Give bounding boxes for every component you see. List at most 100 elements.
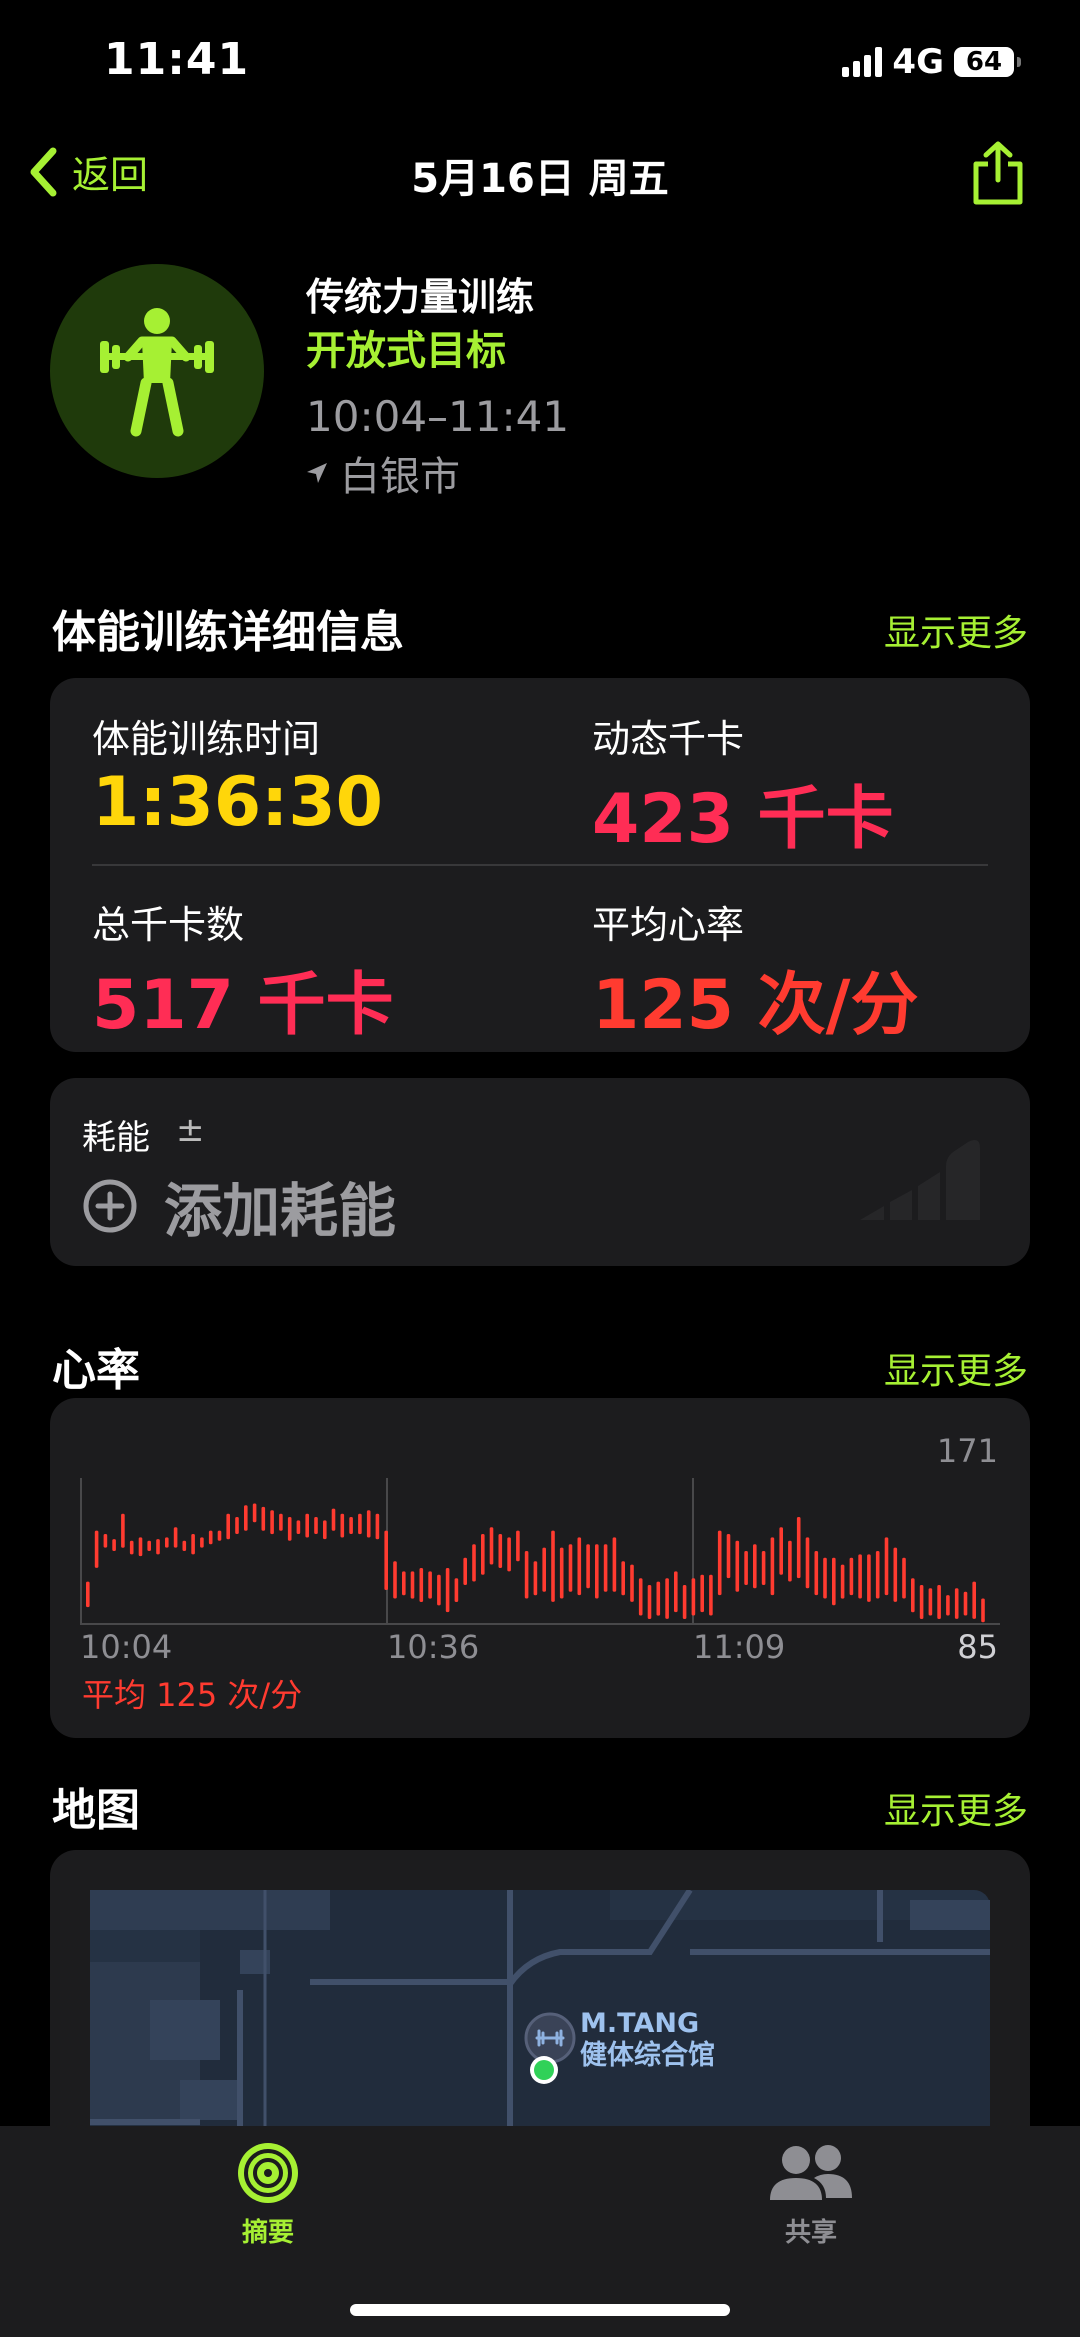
hr-bar [472,1544,476,1582]
stat-label: 平均心率 [592,903,745,947]
hr-bar [94,1530,99,1568]
effort-header: 耗能 ± [82,1110,205,1159]
hr-bar [279,1513,283,1531]
stat-value: 1:36:30 [92,763,383,842]
hr-bar [112,1539,116,1551]
hr-bar [524,1551,529,1599]
hr-max-label: 171 [936,1432,998,1470]
hr-bar [761,1551,766,1585]
hr-bar [902,1557,906,1599]
hr-bar [770,1537,775,1596]
stat-duration: 体能训练时间 1:36:30 [92,708,383,842]
stat-active-calories: 动态千卡 423 千卡 [592,708,894,862]
hr-bar [665,1578,669,1619]
hr-bar [586,1544,590,1589]
hr-bar [849,1557,854,1596]
hr-bar [805,1537,810,1589]
hr-bar [691,1578,696,1616]
details-section-title: 体能训练详细信息 [52,607,404,658]
hr-x-label: 11:09 [693,1628,786,1666]
heart-rate-show-more[interactable]: 显示更多 [884,1342,1028,1394]
hr-bar [226,1513,230,1540]
stat-label: 体能训练时间 [92,717,321,761]
hr-bar [647,1585,652,1619]
hr-bar [340,1513,345,1538]
hr-bar [963,1591,968,1616]
effort-label: 耗能 [82,1118,150,1158]
hr-bar [393,1561,397,1599]
hr-bar [875,1551,880,1599]
map-place-name: M.TANG [580,2008,700,2039]
hr-bar [428,1571,432,1599]
heart-rate-section-title: 心率 [52,1345,140,1396]
hr-bar [410,1571,415,1599]
battery-icon: 64 [954,47,1021,77]
stat-value: 517 千卡 [92,966,394,1045]
tab-summary-label: 摘要 [241,2218,294,2248]
hr-bar [709,1574,713,1616]
details-show-more[interactable]: 显示更多 [884,604,1028,656]
location-name: 白银市 [340,454,460,500]
hr-bar [375,1513,380,1540]
weightlifting-icon [100,308,214,437]
map-section-title: 地图 [52,1785,140,1836]
hr-bar [384,1530,388,1590]
hr-bar [349,1517,353,1534]
hr-bar [612,1537,617,1592]
workout-location: 白银市 [306,444,460,502]
hr-bar [928,1588,933,1616]
hr-bar [507,1537,511,1572]
hr-bar [305,1513,309,1538]
status-bar: 11:41 4G 64 [0,0,1080,120]
stat-label: 动态千卡 [592,717,745,761]
hr-bar [674,1571,678,1613]
hr-bar [832,1557,836,1606]
tab-summary[interactable]: 摘要 [228,2140,308,2249]
hr-bar [463,1557,467,1585]
hr-bar [884,1537,889,1596]
network-type: 4G [892,42,944,82]
hr-bar [454,1578,459,1602]
hr-bar [138,1537,143,1557]
hr-bar [208,1530,213,1545]
add-effort-button[interactable]: 添加耗能 [82,1164,396,1248]
hr-bar [200,1537,204,1548]
hr-bar [814,1551,819,1596]
hr-bar [682,1585,687,1619]
hr-bar [261,1506,266,1531]
hr-bar [559,1547,564,1599]
share-button[interactable] [968,140,1028,206]
hr-bar [779,1527,783,1575]
hr-bar [86,1581,90,1608]
hr-bar [893,1547,898,1602]
hr-bar [972,1581,976,1619]
share-icon [973,141,1023,205]
plus-circle-icon [83,1179,137,1233]
status-time: 11:41 [104,34,250,85]
tab-sharing[interactable]: 共享 [766,2140,856,2249]
hr-bar [577,1537,582,1596]
hr-bar [445,1568,450,1613]
hr-bar [121,1513,125,1548]
hr-bar [656,1581,661,1616]
page-title: 5月16日 周五 [411,156,669,202]
hr-bar [630,1564,634,1602]
activity-rings-icon [238,2143,298,2203]
hr-bar [156,1539,160,1555]
hr-bar [244,1505,248,1531]
stat-total-calories: 总千卡数 517 千卡 [92,894,394,1048]
plus-minus-icon: ± [176,1110,205,1150]
current-location-dot [534,2060,554,2080]
hr-min-label: 85 [957,1628,998,1666]
map-show-more[interactable]: 显示更多 [884,1782,1028,1834]
hr-bar [217,1530,222,1541]
hr-bar [516,1530,520,1562]
hr-bar [840,1564,845,1599]
workout-time-range: 10:04–11:41 [306,392,570,441]
hr-bar [419,1568,424,1602]
hr-bar [498,1534,503,1568]
hr-bar [551,1530,555,1602]
hr-bar [147,1540,151,1551]
hr-bar [788,1540,792,1582]
hr-bar [542,1547,546,1592]
